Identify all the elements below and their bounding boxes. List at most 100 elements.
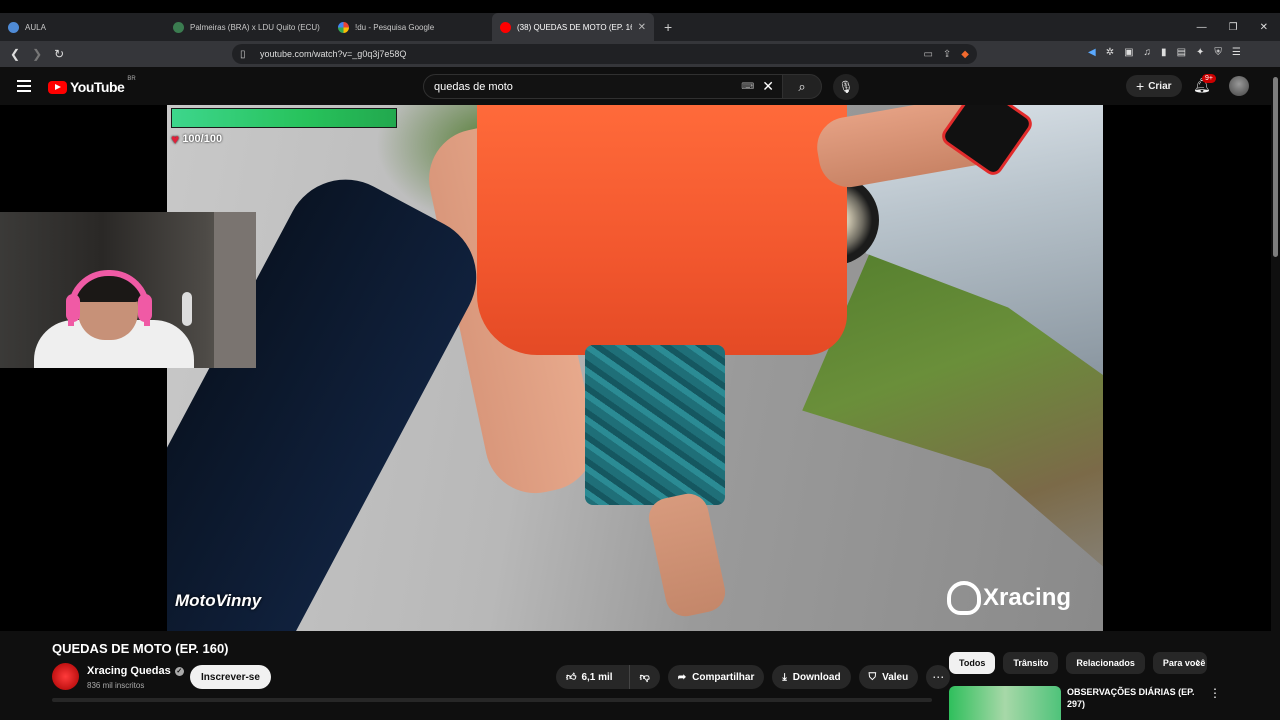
music-icon[interactable]: ♫: [1144, 47, 1152, 58]
url-field[interactable]: ▯ youtube.com/watch?v=_g0q3j7e58Q ▭ ⇪ ◆: [232, 44, 977, 64]
back-icon[interactable]: ❮: [10, 47, 20, 61]
health-bar: [171, 108, 397, 128]
health-text: 100/100: [182, 133, 223, 145]
thanks-button[interactable]: ⛉ Valeu: [858, 665, 919, 689]
chat-icon: [8, 21, 19, 33]
forward-icon[interactable]: ❯: [32, 47, 42, 61]
headphone-cup-left: [66, 294, 80, 322]
create-label: Criar: [1148, 80, 1172, 92]
puzzle-icon[interactable]: ✲: [1106, 47, 1114, 58]
cast-icon[interactable]: ▭: [923, 49, 932, 60]
create-button[interactable]: + Criar: [1126, 75, 1182, 97]
channel-avatar[interactable]: [52, 663, 79, 690]
chip-relacionados[interactable]: Relacionados: [1066, 652, 1145, 674]
webcam-overlay: [0, 212, 256, 368]
close-tab-icon[interactable]: ✕: [638, 22, 646, 33]
bookmark-icon[interactable]: ▯: [240, 49, 260, 60]
tab-google[interactable]: !du - Pesquisa Google: [330, 13, 492, 41]
voice-search-button[interactable]: 🎙︎: [833, 74, 859, 100]
recommended-title[interactable]: OBSERVAÇÕES DIÁRIAS (EP. 297): [1067, 686, 1195, 710]
sport-icon: [173, 21, 184, 33]
close-window-icon[interactable]: ✕: [1260, 22, 1268, 33]
tab-palmeiras[interactable]: Palmeiras (BRA) x LDU Quito (ECU) |: [165, 13, 330, 41]
dislike-button[interactable]: 👎︎: [628, 665, 660, 689]
recommended-video[interactable]: OBSERVAÇÕES DIÁRIAS (EP. 297) ⋮: [949, 686, 1249, 720]
clear-search-icon[interactable]: ✕: [762, 78, 774, 95]
share-arrow-icon: ➦: [677, 671, 687, 683]
channel-name[interactable]: Xracing Quedas ✓: [87, 665, 184, 677]
share-label: Compartilhar: [692, 671, 755, 683]
plus-icon: +: [1136, 78, 1145, 94]
like-count: 6,1 mil: [581, 671, 613, 683]
vpn-icon[interactable]: ⛨: [1214, 47, 1222, 58]
google-icon: [338, 21, 349, 33]
like-button[interactable]: 👍︎ 6,1 mil: [556, 665, 623, 689]
download-label: Download: [792, 671, 841, 683]
screenshot-icon[interactable]: ▣: [1124, 47, 1133, 58]
recommended-thumbnail[interactable]: [949, 686, 1061, 720]
shield-icon[interactable]: ◆: [961, 49, 969, 60]
thanks-label: Valeu: [882, 671, 909, 683]
tab-youtube[interactable]: (38) QUEDAS DE MOTO (EP. 160 ✕: [492, 13, 654, 41]
kebab-menu-icon[interactable]: ⋮: [1209, 686, 1221, 700]
reload-icon[interactable]: ↻: [54, 47, 64, 61]
speaker-icon[interactable]: ◀: [1088, 47, 1096, 58]
page-scrollbar[interactable]: [1271, 67, 1280, 720]
more-icon: ⋯: [932, 670, 945, 684]
minimize-icon[interactable]: —: [1197, 22, 1207, 33]
share-icon[interactable]: ⇪: [943, 49, 951, 60]
logo-text: YouTube: [70, 79, 125, 95]
notification-badge: 9+: [1202, 74, 1216, 83]
sidebar-icon[interactable]: ▮: [1161, 47, 1167, 58]
download-button[interactable]: ⤓ Download: [772, 665, 851, 689]
like-dislike-group: 👍︎ 6,1 mil 👎︎: [556, 665, 660, 689]
tab-label: !du - Pesquisa Google: [355, 22, 435, 32]
subscribe-button[interactable]: Inscrever-se: [190, 665, 271, 689]
watermark-right-text: Xracing: [983, 584, 1072, 611]
browser-tab-bar: AULA Palmeiras (BRA) x LDU Quito (ECU) |…: [0, 13, 1280, 41]
video-scene-leg: [645, 490, 729, 620]
extensions: ◀ ✲ ▣ ♫ ▮ ▤ ✦ ⛨ ☰: [1088, 47, 1241, 58]
hamburger-menu-icon[interactable]: [17, 80, 31, 92]
sparkle-icon[interactable]: ✦: [1196, 47, 1204, 58]
chip-todos[interactable]: Todos: [949, 652, 996, 674]
chevron-right-icon[interactable]: ›: [1196, 654, 1200, 669]
watermark-motovinny: MotoVinny: [175, 591, 261, 611]
channel-name-text: Xracing Quedas: [87, 665, 171, 677]
scrollbar-thumb[interactable]: [1273, 77, 1278, 257]
address-bar-row: ❮ ❯ ↻ ▯ youtube.com/watch?v=_g0q3j7e58Q …: [0, 41, 1280, 67]
download-icon: ⤓: [782, 671, 787, 683]
heart-icon: ♥: [171, 131, 180, 147]
youtube-header: YouTube BR quedas de moto ⌨ ✕ ⌕ 🎙︎ + Cri…: [0, 67, 1280, 105]
search-value: quedas de moto: [434, 80, 513, 93]
subscriber-count: 836 mil inscritos: [87, 681, 145, 690]
avatar[interactable]: [1229, 76, 1249, 96]
webcam-vase: [182, 292, 192, 326]
wallet-icon[interactable]: ▤: [1177, 47, 1186, 58]
thumbs-down-icon: 👎︎: [639, 672, 650, 683]
search-input[interactable]: quedas de moto ⌨ ✕: [423, 74, 783, 99]
omnibox-tools: ▭ ⇪ ◆: [923, 49, 977, 60]
tab-label: Palmeiras (BRA) x LDU Quito (ECU) |: [190, 22, 320, 32]
url-text: youtube.com/watch?v=_g0q3j7e58Q: [260, 49, 407, 59]
video-scene-shirt: [477, 105, 847, 355]
more-actions-button[interactable]: ⋯: [926, 665, 951, 689]
thumbs-up-icon: 👍︎: [566, 672, 577, 683]
country-code: BR: [127, 76, 136, 82]
share-button[interactable]: ➦ Compartilhar: [667, 665, 765, 689]
menu-icon[interactable]: ☰: [1232, 47, 1241, 58]
new-tab-button[interactable]: +: [654, 19, 682, 35]
search-button[interactable]: ⌕: [782, 74, 822, 99]
health-readout: ♥ 100/100: [171, 131, 222, 147]
tab-label: (38) QUEDAS DE MOTO (EP. 160: [517, 22, 632, 32]
youtube-logo[interactable]: YouTube BR: [48, 76, 136, 95]
webcam-door: [214, 212, 256, 368]
tab-aula[interactable]: AULA: [0, 13, 165, 41]
video-scene-shorts: [585, 345, 725, 505]
restore-icon[interactable]: ❐: [1229, 22, 1238, 33]
chip-transito[interactable]: Trânsito: [1003, 652, 1059, 674]
keyboard-icon[interactable]: ⌨: [741, 81, 754, 92]
top-strip: [0, 0, 1280, 13]
video-player[interactable]: ♥ 100/100 MotoVinny Xracing: [167, 105, 1103, 631]
description-box-edge: [52, 698, 932, 702]
